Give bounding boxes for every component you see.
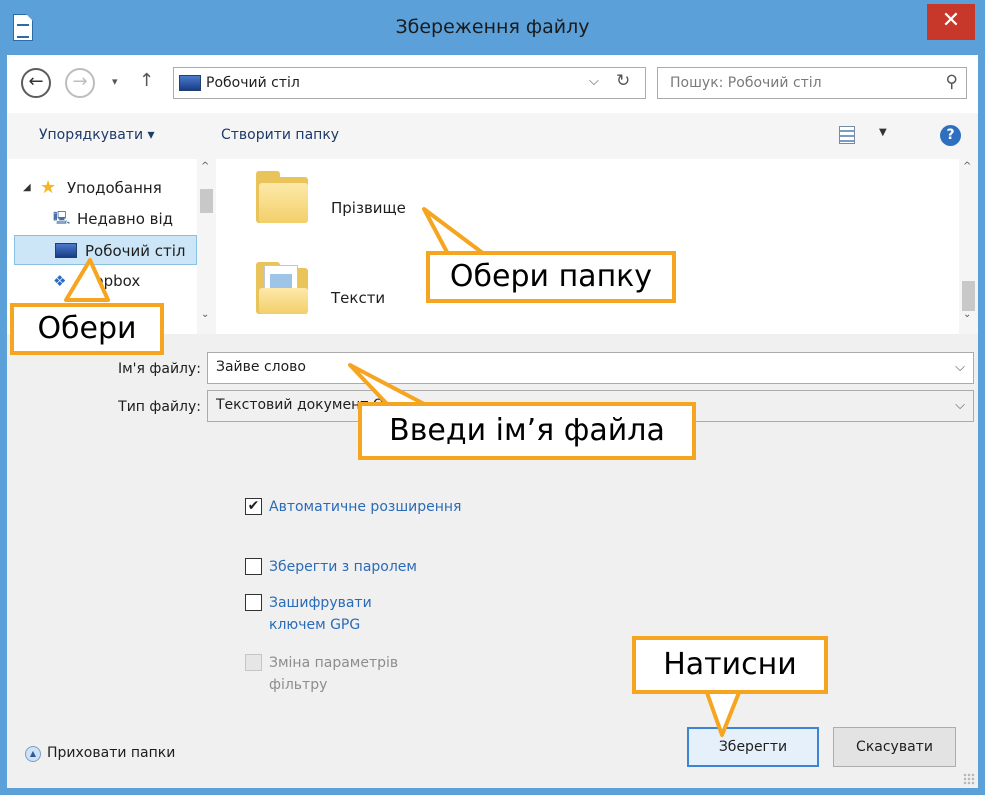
checkbox[interactable]: ✔	[245, 498, 262, 515]
address-dropdown-icon[interactable]: ⌵	[589, 74, 599, 89]
nav-item-label: Недавно від	[77, 210, 174, 228]
document-folder-icon[interactable]	[256, 262, 310, 314]
nav-item-dropbox[interactable]: ❖ Dropbox	[7, 266, 197, 296]
new-folder-button[interactable]: Створити папку	[221, 127, 339, 143]
option-label[interactable]: Зашифрувати ключем GPG	[269, 592, 419, 636]
cancel-button[interactable]: Скасувати	[833, 727, 956, 767]
filename-value: Зайве слово	[216, 359, 306, 375]
callout-press: Натисни	[632, 636, 828, 694]
search-icon[interactable]: ⚲	[946, 72, 958, 92]
file-item-label[interactable]: Тексти	[331, 289, 385, 307]
save-button[interactable]: Зберегти	[687, 727, 819, 767]
scroll-thumb[interactable]	[962, 281, 975, 311]
desktop-icon	[55, 243, 77, 258]
close-button[interactable]: ✕	[927, 4, 975, 40]
nav-item-label: Уподобання	[67, 179, 162, 197]
back-button[interactable]: ←	[21, 68, 51, 98]
recent-places-icon: 🖳	[53, 211, 71, 226]
dropbox-icon: ❖	[53, 272, 67, 290]
file-scrollbar[interactable]: ^ ⌄	[959, 159, 978, 334]
view-options-icon[interactable]	[839, 126, 855, 144]
address-bar[interactable]: Робочий стіл ⌵ ↻	[173, 67, 646, 99]
nav-item-favorites[interactable]: ◢ ★ Уподобання	[7, 173, 197, 203]
up-button[interactable]: ↑	[139, 70, 154, 91]
file-list: Прізвище Тексти ^ ⌄	[216, 159, 978, 334]
file-item-label[interactable]: Прізвище	[331, 199, 406, 217]
option-label: Зміна параметрів фільтру	[269, 655, 399, 693]
address-row: ← → ▾ ↑ Робочий стіл ⌵ ↻ Пошук: Робочий …	[7, 55, 978, 113]
forward-button[interactable]: →	[65, 68, 95, 98]
checkbox[interactable]	[245, 594, 262, 611]
chevron-down-icon[interactable]: ⌵	[955, 360, 965, 375]
checkbox	[245, 654, 262, 671]
address-path: Робочий стіл	[206, 75, 300, 91]
filetype-label: Тип файлу:	[118, 399, 201, 415]
help-icon[interactable]: ?	[940, 125, 961, 146]
organize-button[interactable]: Упорядкувати ▾	[39, 127, 155, 143]
callout-choose-folder: Обери папку	[426, 251, 676, 303]
window-title: Збереження файлу	[395, 16, 590, 38]
nav-item-label: Робочий стіл	[85, 242, 186, 260]
scroll-thumb[interactable]	[200, 189, 213, 213]
expand-icon[interactable]: ◢	[23, 173, 31, 203]
nav-item-recent-places[interactable]: 🖳 Недавно від	[7, 204, 197, 234]
search-input[interactable]: Пошук: Робочий стіл ⚲	[657, 67, 967, 99]
resize-grip[interactable]	[963, 773, 975, 785]
title-bar[interactable]: Збереження файлу ✕	[0, 0, 985, 55]
nav-item-label: Dropbox	[77, 272, 141, 290]
folder-icon[interactable]	[256, 171, 310, 223]
checkbox[interactable]	[245, 558, 262, 575]
callout-enter-filename: Введи ім’я файла	[358, 402, 696, 460]
option-label[interactable]: Автоматичне розширення	[269, 496, 469, 518]
refresh-icon[interactable]: ↻	[616, 71, 630, 91]
scroll-down-icon[interactable]: ⌄	[963, 309, 971, 320]
callout-choose: Обери	[10, 303, 164, 355]
toolbar: Упорядкувати ▾ Створити папку ▼ ?	[7, 113, 978, 159]
chevron-down-icon[interactable]: ⌵	[955, 398, 965, 413]
scroll-up-icon[interactable]: ^	[201, 161, 209, 172]
hide-folders-label[interactable]: Приховати папки	[47, 745, 175, 761]
save-dialog-window: Збереження файлу ✕ ← → ▾ ↑ Робочий стіл …	[0, 0, 985, 795]
filename-input[interactable]: Зайве слово ⌵	[207, 352, 974, 384]
search-placeholder: Пошук: Робочий стіл	[670, 75, 822, 91]
star-icon: ★	[40, 177, 57, 198]
view-dropdown-icon[interactable]: ▼	[879, 127, 887, 138]
nav-scrollbar[interactable]: ^ ⌄	[197, 159, 216, 334]
collapse-icon[interactable]: ▲	[25, 746, 41, 762]
nav-item-desktop[interactable]: Робочий стіл	[14, 235, 197, 265]
desktop-icon	[179, 75, 201, 91]
filename-label: Ім'я файлу:	[117, 361, 201, 377]
recent-locations-dropdown[interactable]: ▾	[112, 75, 118, 88]
option-label[interactable]: Зберегти з паролем	[269, 556, 469, 578]
scroll-down-icon[interactable]: ⌄	[201, 309, 209, 320]
scroll-up-icon[interactable]: ^	[963, 161, 971, 172]
